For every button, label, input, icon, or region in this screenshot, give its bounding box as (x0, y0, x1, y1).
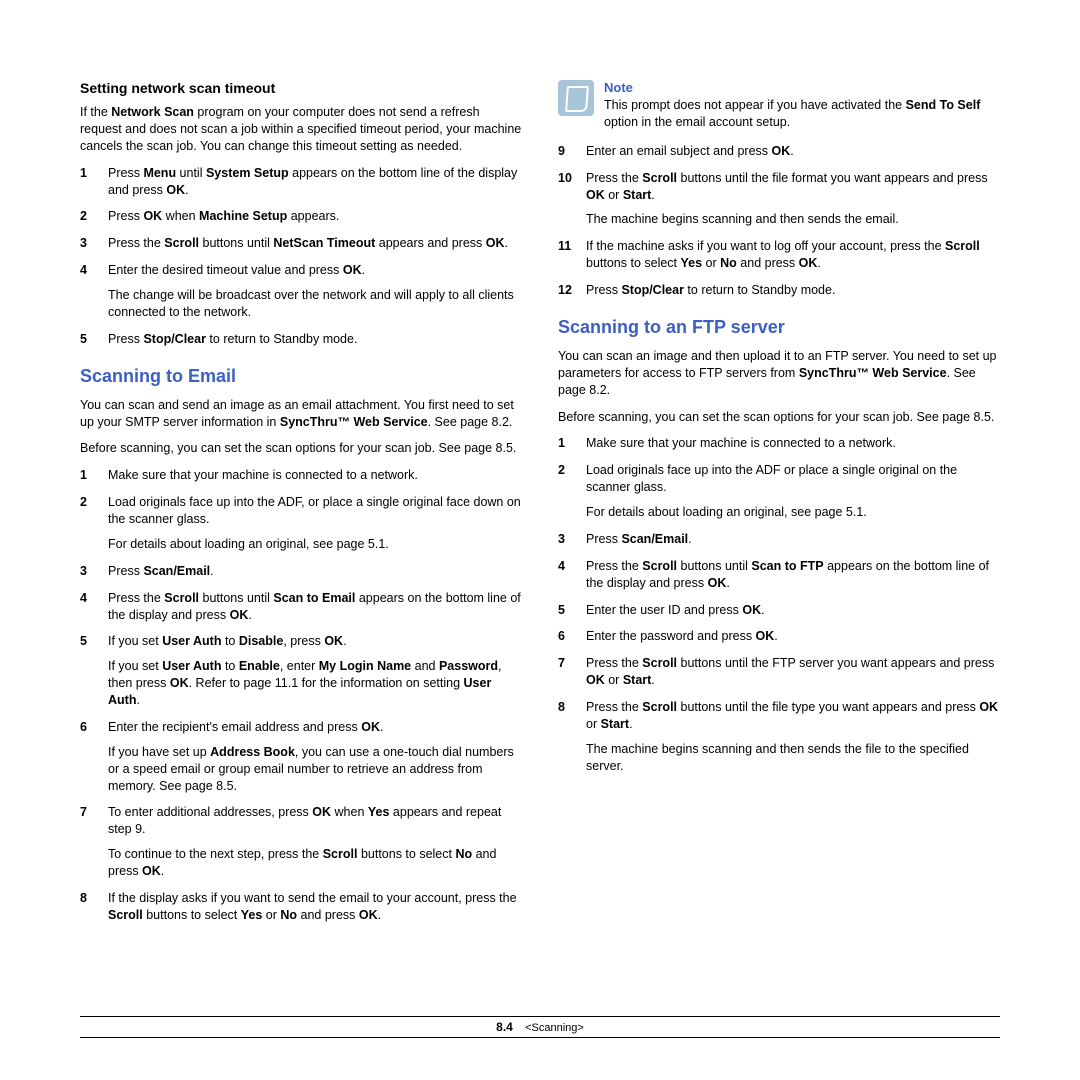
list-item: 11 If the machine asks if you want to log… (558, 238, 1000, 272)
ftp-steps: 1 Make sure that your machine is connecte… (558, 435, 1000, 774)
list-item: 2 Press OK when Machine Setup appears. (80, 208, 522, 225)
timeout-steps: 1 Press Menu until System Setup appears o… (80, 165, 522, 348)
list-item: 5If you set User Auth to Disable, press … (80, 633, 522, 709)
step-number: 5 (80, 331, 94, 348)
step-number: 2 (80, 208, 94, 225)
step-body: Enter the password and press OK. (586, 628, 1000, 645)
step-number: 8 (80, 890, 94, 924)
note-text: This prompt does not appear if you have … (604, 97, 1000, 131)
step-number: 4 (80, 262, 94, 321)
left-column: Setting network scan timeout If the Netw… (80, 80, 522, 934)
step-number: 1 (80, 467, 94, 484)
step-number: 10 (558, 170, 572, 229)
step-body: Load originals face up into the ADF or p… (586, 462, 1000, 521)
list-item: 4 Press the Scroll buttons until Scan to … (80, 590, 522, 624)
note-box: Note This prompt does not appear if you … (558, 80, 1000, 131)
step-number: 3 (80, 235, 94, 252)
email-before: Before scanning, you can set the scan op… (80, 440, 522, 457)
list-item: 9 Enter an email subject and press OK. (558, 143, 1000, 160)
step-number: 6 (80, 719, 94, 795)
step-body: If you set User Auth to Disable, press O… (108, 633, 522, 709)
step-number: 7 (558, 655, 572, 689)
step-body: Press Scan/Email. (586, 531, 1000, 548)
page-number: 8.4 (496, 1020, 513, 1034)
step-number: 5 (558, 602, 572, 619)
step-body: Press the Scroll buttons until the file … (586, 699, 1000, 775)
step-number: 2 (80, 494, 94, 553)
timeout-intro: If the Network Scan program on your comp… (80, 104, 522, 155)
list-item: 2Load originals face up into the ADF or … (558, 462, 1000, 521)
step-body: Press the Scroll buttons until Scan to E… (108, 590, 522, 624)
step-number: 1 (80, 165, 94, 199)
step-body: Press Stop/Clear to return to Standby mo… (586, 282, 1000, 299)
step-body: Press the Scroll buttons until the FTP s… (586, 655, 1000, 689)
list-item: 5 Enter the user ID and press OK. (558, 602, 1000, 619)
note-body: Note This prompt does not appear if you … (604, 80, 1000, 131)
step-number: 6 (558, 628, 572, 645)
email-steps: 1 Make sure that your machine is connecte… (80, 467, 522, 923)
step-body: Press Menu until System Setup appears on… (108, 165, 522, 199)
step-number: 12 (558, 282, 572, 299)
step-number: 7 (80, 804, 94, 880)
list-item: 3 Press Scan/Email. (558, 531, 1000, 548)
step-body: Press Scan/Email. (108, 563, 522, 580)
step-body: If the machine asks if you want to log o… (586, 238, 1000, 272)
list-item: 8Press the Scroll buttons until the file… (558, 699, 1000, 775)
note-title: Note (604, 80, 1000, 95)
email-heading: Scanning to Email (80, 366, 522, 387)
list-item: 7To enter additional addresses, press OK… (80, 804, 522, 880)
step-body: Press the Scroll buttons until Scan to F… (586, 558, 1000, 592)
email-intro: You can scan and send an image as an ema… (80, 397, 522, 431)
step-number: 3 (558, 531, 572, 548)
step-body: Make sure that your machine is connected… (108, 467, 522, 484)
step-number: 8 (558, 699, 572, 775)
step-number: 5 (80, 633, 94, 709)
step-body: Press the Scroll buttons until the file … (586, 170, 1000, 229)
step-number: 3 (80, 563, 94, 580)
ftp-intro: You can scan an image and then upload it… (558, 348, 1000, 399)
list-item: 3 Press the Scroll buttons until NetScan … (80, 235, 522, 252)
list-item: 4Enter the desired timeout value and pre… (80, 262, 522, 321)
ftp-heading: Scanning to an FTP server (558, 317, 1000, 338)
step-body: Press Stop/Clear to return to Standby mo… (108, 331, 522, 348)
list-item: 6Enter the recipient's email address and… (80, 719, 522, 795)
step-body: Enter the recipient's email address and … (108, 719, 522, 795)
list-item: 6 Enter the password and press OK. (558, 628, 1000, 645)
step-body: Enter the user ID and press OK. (586, 602, 1000, 619)
list-item: 8 If the display asks if you want to send… (80, 890, 522, 924)
ftp-before: Before scanning, you can set the scan op… (558, 409, 1000, 426)
list-item: 1 Press Menu until System Setup appears o… (80, 165, 522, 199)
list-item: 1 Make sure that your machine is connecte… (558, 435, 1000, 452)
step-body: Press the Scroll buttons until NetScan T… (108, 235, 522, 252)
step-body: Press OK when Machine Setup appears. (108, 208, 522, 225)
step-body: If the display asks if you want to send … (108, 890, 522, 924)
step-body: Load originals face up into the ADF, or … (108, 494, 522, 553)
list-item: 10Press the Scroll buttons until the fil… (558, 170, 1000, 229)
step-number: 4 (558, 558, 572, 592)
step-body: Enter the desired timeout value and pres… (108, 262, 522, 321)
footer-section: <Scanning> (525, 1022, 584, 1034)
email-steps-continued: 9Enter an email subject and press OK.10P… (558, 143, 1000, 299)
page-content: Setting network scan timeout If the Netw… (80, 80, 1000, 934)
step-number: 4 (80, 590, 94, 624)
right-column: Note This prompt does not appear if you … (558, 80, 1000, 934)
step-body: To enter additional addresses, press OK … (108, 804, 522, 880)
page-footer: 8.4 <Scanning> (80, 1016, 1000, 1038)
list-item: 3 Press Scan/Email. (80, 563, 522, 580)
list-item: 4 Press the Scroll buttons until Scan to … (558, 558, 1000, 592)
list-item: 5 Press Stop/Clear to return to Standby m… (80, 331, 522, 348)
step-body: Enter an email subject and press OK. (586, 143, 1000, 160)
list-item: 7 Press the Scroll buttons until the FTP … (558, 655, 1000, 689)
step-number: 11 (558, 238, 572, 272)
step-number: 1 (558, 435, 572, 452)
step-body: Make sure that your machine is connected… (586, 435, 1000, 452)
step-number: 2 (558, 462, 572, 521)
timeout-heading: Setting network scan timeout (80, 80, 522, 96)
list-item: 12 Press Stop/Clear to return to Standby … (558, 282, 1000, 299)
list-item: 2Load originals face up into the ADF, or… (80, 494, 522, 553)
note-icon (558, 80, 594, 116)
step-number: 9 (558, 143, 572, 160)
list-item: 1 Make sure that your machine is connecte… (80, 467, 522, 484)
